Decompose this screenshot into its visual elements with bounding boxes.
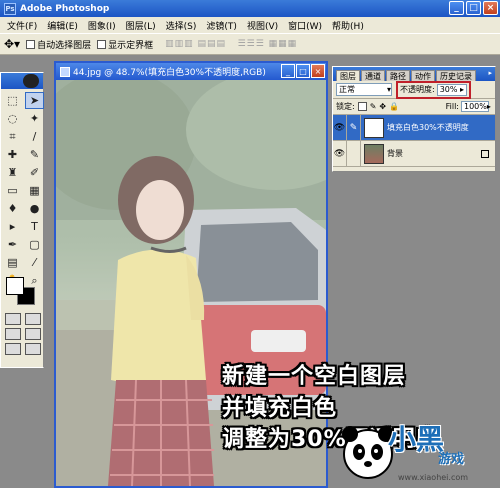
opacity-input[interactable]: 30% ▸	[436, 83, 467, 96]
screen-mode-full-button[interactable]	[25, 328, 41, 340]
panel-tabs: 图层 通道 路径 动作 历史记录	[333, 67, 495, 81]
watermark-url: www.xiaohei.com	[398, 473, 469, 482]
pen-tool-icon[interactable]: ✒	[3, 236, 22, 253]
standard-mode-button[interactable]	[5, 313, 21, 325]
auto-select-checkbox[interactable]: 自动选择图层	[26, 38, 91, 51]
menu-file[interactable]: 文件(F)	[2, 19, 42, 32]
doc-maximize-button[interactable]: □	[296, 64, 310, 78]
menu-view[interactable]: 视图(V)	[242, 19, 283, 32]
document-icon	[60, 66, 70, 77]
menu-edit[interactable]: 编辑(E)	[42, 19, 83, 32]
layer-name[interactable]: 背景	[387, 148, 481, 159]
menu-select[interactable]: 选择(S)	[161, 19, 202, 32]
fill-label: Fill:	[445, 102, 459, 111]
options-bar: ✥▾ 自动选择图层 显示定界框 ▥▥▥ ▤▤▤ ☰☰☰ ▦▦▦	[0, 33, 500, 55]
photoshop-logo-icon: Ps	[4, 2, 16, 15]
lock-brush-icon[interactable]: ✎	[370, 102, 377, 111]
quick-mask-mode-button[interactable]	[25, 313, 41, 325]
shape-tool-icon[interactable]: ▢	[25, 236, 44, 253]
brush-active-icon[interactable]: ✎	[347, 114, 361, 141]
healing-brush-tool-icon[interactable]: ✚	[3, 146, 22, 163]
lock-all-icon[interactable]: 🔒	[389, 102, 399, 111]
eye-visibility-icon[interactable]: 👁	[333, 140, 347, 167]
eye-logo-icon[interactable]	[23, 74, 39, 88]
brush-tool-icon[interactable]: ✎	[25, 146, 44, 163]
move-tool-preset-icon[interactable]: ✥▾	[4, 37, 20, 51]
toolbox: ⬚ ➤ ◌ ✦ ⌗ / ✚ ✎ ♜ ✐ ▭ ▦ ♦ ● ▸ T ✒ ▢ ▤ ⁄ …	[0, 72, 44, 368]
slice-tool-icon[interactable]: /	[25, 128, 44, 145]
chevron-down-icon: ▾	[386, 85, 391, 94]
panel-menu-icon[interactable]: ▸	[488, 69, 492, 77]
tab-actions[interactable]: 动作	[411, 70, 435, 81]
blend-opacity-row: 正常 ▾ 不透明度: 30% ▸	[333, 80, 495, 99]
layer-row-background[interactable]: 👁 背景	[333, 140, 495, 167]
layer-name[interactable]: 填充白色30%不透明度	[387, 122, 495, 133]
type-tool-icon[interactable]: T	[25, 218, 44, 235]
marquee-tool-icon[interactable]: ⬚	[3, 92, 22, 109]
menu-help[interactable]: 帮助(H)	[327, 19, 369, 32]
path-selection-tool-icon[interactable]: ▸	[3, 218, 22, 235]
menu-window[interactable]: 窗口(W)	[283, 19, 327, 32]
fill-input[interactable]: 100% ▸	[461, 101, 491, 112]
clone-stamp-tool-icon[interactable]: ♜	[3, 164, 22, 181]
notes-tool-icon[interactable]: ▤	[3, 254, 22, 271]
link-icon[interactable]	[347, 140, 361, 167]
close-button[interactable]: ×	[483, 1, 498, 15]
menu-bar: 文件(F) 编辑(E) 图象(I) 图层(L) 选择(S) 滤镜(T) 视图(V…	[0, 17, 500, 33]
layer-row-fill-white[interactable]: 👁 ✎ 填充白色30%不透明度	[333, 114, 495, 141]
menu-filter[interactable]: 滤镜(T)	[201, 19, 242, 32]
layers-panel: 图层 通道 路径 动作 历史记录 ▸ 正常 ▾ 不透明度: 30% ▸ 锁定: ✎…	[332, 66, 496, 172]
jump-to-imageready-button[interactable]	[25, 343, 41, 355]
menu-image[interactable]: 图象(I)	[83, 19, 121, 32]
screen-mode-fullscreen-button[interactable]	[5, 343, 21, 355]
show-bounds-checkbox[interactable]: 显示定界框	[97, 38, 153, 51]
caption-line-2: 并填充白色	[222, 396, 338, 421]
lock-label: 锁定:	[336, 102, 355, 111]
crop-tool-icon[interactable]: ⌗	[3, 128, 22, 145]
tab-paths[interactable]: 路径	[386, 70, 410, 81]
align-buttons[interactable]: ▥▥▥ ▤▤▤ ☰☰☰ ▦▦▦	[165, 39, 297, 49]
document-titlebar[interactable]: 44.jpg @ 48.7%(填充白色30%不透明度,RGB) _ □ ×	[56, 63, 326, 80]
blend-mode-select[interactable]: 正常 ▾	[336, 83, 392, 96]
tab-history[interactable]: 历史记录	[436, 70, 476, 81]
screen-mode-standard-button[interactable]	[5, 328, 21, 340]
eye-visibility-icon[interactable]: 👁	[333, 114, 347, 141]
document-title: 44.jpg @ 48.7%(填充白色30%不透明度,RGB)	[73, 68, 266, 78]
watermark-sub: 游戏	[438, 452, 465, 467]
tab-channels[interactable]: 通道	[361, 70, 385, 81]
history-brush-tool-icon[interactable]: ✐	[25, 164, 44, 181]
dodge-tool-icon[interactable]: ●	[25, 200, 44, 217]
minimize-button[interactable]: _	[449, 1, 464, 15]
opacity-control: 不透明度: 30% ▸	[396, 80, 471, 99]
maximize-button[interactable]: □	[466, 1, 481, 15]
app-title: Adobe Photoshop	[20, 3, 110, 14]
eyedropper-tool-icon[interactable]: ⁄	[25, 254, 44, 271]
doc-minimize-button[interactable]: _	[281, 64, 295, 78]
move-tool-icon[interactable]: ➤	[25, 92, 44, 109]
magic-wand-tool-icon[interactable]: ✦	[25, 110, 44, 127]
lock-move-icon[interactable]: ✥	[379, 102, 386, 111]
blur-tool-icon[interactable]: ♦	[3, 200, 22, 217]
color-swatches[interactable]	[6, 277, 40, 307]
watermark-brand: 小黑	[388, 423, 445, 456]
lasso-tool-icon[interactable]: ◌	[3, 110, 22, 127]
lock-icon	[481, 149, 489, 158]
watermark-logo: 小黑 游戏 www.xiaohei.com	[338, 418, 496, 484]
gradient-tool-icon[interactable]: ▦	[25, 182, 44, 199]
menu-layer[interactable]: 图层(L)	[121, 19, 161, 32]
lock-transparency-checkbox[interactable]	[357, 102, 367, 111]
layer-thumbnail	[364, 117, 384, 138]
layer-thumbnail	[364, 143, 384, 164]
doc-close-button[interactable]: ×	[311, 64, 325, 78]
lock-fill-row: 锁定: ✎ ✥ 🔒 Fill: 100% ▸	[333, 99, 495, 115]
opacity-label: 不透明度:	[400, 85, 435, 94]
foreground-color-swatch[interactable]	[6, 277, 24, 295]
tab-layers[interactable]: 图层	[336, 70, 360, 81]
eraser-tool-icon[interactable]: ▭	[3, 182, 22, 199]
caption-line-1: 新建一个空白图层	[222, 364, 407, 389]
app-titlebar: Ps Adobe Photoshop _ □ ×	[0, 0, 500, 17]
